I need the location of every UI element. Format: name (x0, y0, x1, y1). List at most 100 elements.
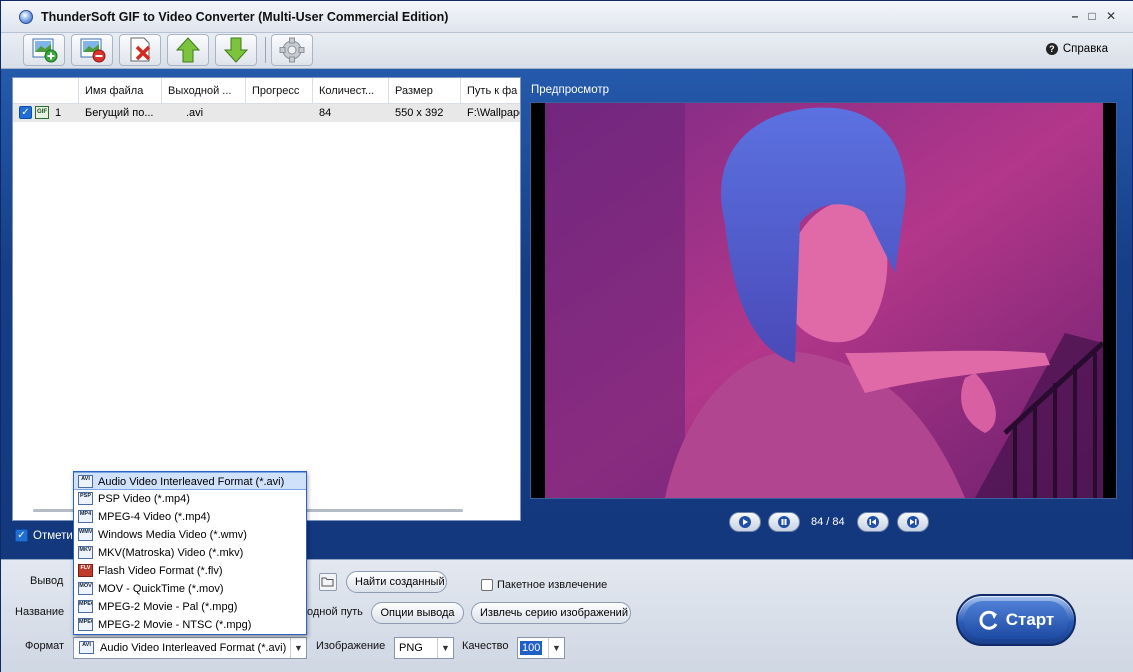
format-option-mpeg2-pal[interactable]: MPEG2 MPEG-2 Movie - Pal (*.mpg) (74, 598, 306, 616)
help-link[interactable]: ? Справка (1045, 43, 1108, 55)
format-option-label: MPEG-2 Movie - Pal (*.mpg) (98, 601, 238, 613)
pause-button[interactable] (768, 512, 800, 532)
chevron-down-icon: ▼ (437, 638, 453, 658)
quality-select[interactable]: 100 ▼ (517, 637, 565, 659)
format-option-mkv[interactable]: MKV MKV(Matroska) Video (*.mkv) (74, 544, 306, 562)
format-label: Формат (25, 640, 65, 652)
move-down-button[interactable] (215, 34, 257, 66)
first-frame-button[interactable] (857, 512, 889, 532)
format-option-mp4[interactable]: MP4 MPEG-4 Video (*.mp4) (74, 508, 306, 526)
row-progress (246, 104, 313, 122)
mpeg2-file-icon: MPEG2 (78, 618, 93, 631)
close-button[interactable]: ✕ (1103, 9, 1119, 23)
toolbar: ? Справка (1, 33, 1133, 69)
extract-series-button[interactable]: Извлечь серию изображений (471, 602, 631, 624)
quality-label: Качество (462, 640, 509, 652)
preview-image (545, 103, 1103, 498)
mov-file-icon: MOV (78, 582, 93, 595)
delete-icon (130, 37, 151, 62)
format-option-label: MPEG-4 Video (*.mp4) (98, 511, 211, 523)
format-file-icon: AVI (79, 641, 94, 654)
flv-file-icon: FLV (78, 564, 93, 577)
maximize-button[interactable]: □ (1084, 9, 1100, 23)
add-image-button[interactable] (23, 34, 65, 66)
wmv-file-icon: WMV (78, 528, 93, 541)
remove-image-button[interactable] (71, 34, 113, 66)
browse-folder-button[interactable] (319, 573, 337, 591)
column-header-name[interactable]: Имя файла (79, 78, 162, 104)
window-title: ThunderSoft GIF to Video Converter (Mult… (41, 10, 449, 24)
play-icon (739, 516, 751, 528)
skip-forward-icon (907, 516, 919, 528)
preview-label: Предпросмотр (531, 84, 609, 96)
column-header-check[interactable] (13, 78, 79, 104)
mark-all-checkbox[interactable]: ✓ (15, 529, 28, 542)
frame-counter: 84 / 84 (811, 516, 845, 528)
format-option-label: Flash Video Format (*.flv) (98, 565, 223, 577)
batch-extract-checkbox[interactable] (481, 579, 493, 591)
image-format-value: PNG (399, 642, 423, 654)
source-path-label[interactable]: одной путь (307, 606, 363, 618)
row-output-format: .avi (186, 107, 204, 119)
image-format-label: Изображение (316, 640, 386, 652)
quality-value: 100 (520, 641, 543, 655)
format-option-avi[interactable]: AVI Audio Video Interleaved Format (*.av… (74, 472, 306, 490)
table-row[interactable]: ✓ GIF 1 Бегущий по... .avi 84 550 x 392 … (13, 104, 520, 122)
gif-file-icon: GIF (35, 106, 49, 119)
find-created-button[interactable]: Найти созданный (346, 571, 447, 593)
settings-gear-icon (279, 37, 305, 63)
pause-icon (778, 516, 790, 528)
output-label: Вывод (30, 575, 64, 587)
format-select-value: Audio Video Interleaved Format (*.avi) (100, 642, 287, 654)
batch-extract-label: Пакетное извлечение (497, 579, 608, 591)
format-option-label: Audio Video Interleaved Format (*.avi) (98, 476, 285, 488)
format-option-flv[interactable]: FLV Flash Video Format (*.flv) (74, 562, 306, 580)
refresh-arrow-icon (979, 610, 998, 630)
add-image-icon (32, 38, 58, 63)
chevron-down-icon: ▼ (290, 638, 306, 658)
title-bar[interactable]: ThunderSoft GIF to Video Converter (Mult… (1, 1, 1133, 33)
skip-back-icon (867, 516, 879, 528)
row-checkbox[interactable]: ✓ (19, 106, 32, 119)
format-option-mpeg2-ntsc[interactable]: MPEG2 MPEG-2 Movie - NTSC (*.mpg) (74, 616, 306, 634)
format-option-label: MKV(Matroska) Video (*.mkv) (98, 547, 244, 559)
image-format-select[interactable]: PNG ▼ (394, 637, 454, 659)
format-option-label: Windows Media Video (*.wmv) (98, 529, 247, 541)
minimize-button[interactable]: – (1067, 9, 1083, 23)
start-button-face: Старт (964, 601, 1068, 639)
output-options-button[interactable]: Опции вывода (371, 602, 464, 624)
format-select[interactable]: AVI Audio Video Interleaved Format (*.av… (73, 637, 307, 659)
name-label: Название (15, 606, 65, 618)
format-option-psp[interactable]: PSP PSP Video (*.mp4) (74, 490, 306, 508)
format-option-wmv[interactable]: WMV Windows Media Video (*.wmv) (74, 526, 306, 544)
row-path: F:\Wallpaper (467, 107, 520, 119)
last-frame-button[interactable] (897, 512, 929, 532)
settings-button[interactable] (271, 34, 313, 66)
start-label: Старт (1005, 610, 1055, 629)
column-header-count[interactable]: Количест... (313, 78, 389, 104)
folder-icon (321, 577, 334, 587)
app-window: ThunderSoft GIF to Video Converter (Mult… (0, 0, 1133, 672)
format-dropdown-list[interactable]: AVI Audio Video Interleaved Format (*.av… (73, 471, 307, 635)
mark-all-label: Отметит (33, 529, 79, 542)
toolbar-separator (265, 37, 266, 63)
file-list[interactable]: Имя файла Выходной ... Прогресс Количест… (12, 77, 521, 521)
column-header-path[interactable]: Путь к фа (461, 78, 520, 104)
help-label: Справка (1062, 43, 1108, 55)
mp4-file-icon: MP4 (78, 510, 93, 523)
play-button[interactable] (729, 512, 761, 532)
chevron-down-icon: ▼ (548, 638, 564, 658)
column-header-size[interactable]: Размер (389, 78, 461, 104)
start-button[interactable]: Старт (956, 594, 1076, 646)
row-frame-count: 84 (319, 107, 332, 119)
row-size: 550 x 392 (395, 107, 444, 119)
format-option-label: PSP Video (*.mp4) (98, 493, 190, 505)
move-up-button[interactable] (167, 34, 209, 66)
format-option-mov[interactable]: MOV MOV - QuickTime (*.mov) (74, 580, 306, 598)
format-option-label: MOV - QuickTime (*.mov) (98, 583, 224, 595)
mkv-file-icon: MKV (78, 546, 93, 559)
mark-all-row[interactable]: ✓ Отметит (15, 529, 78, 542)
delete-button[interactable] (119, 34, 161, 66)
column-header-output[interactable]: Выходной ... (162, 78, 246, 104)
column-header-progress[interactable]: Прогресс (246, 78, 313, 104)
